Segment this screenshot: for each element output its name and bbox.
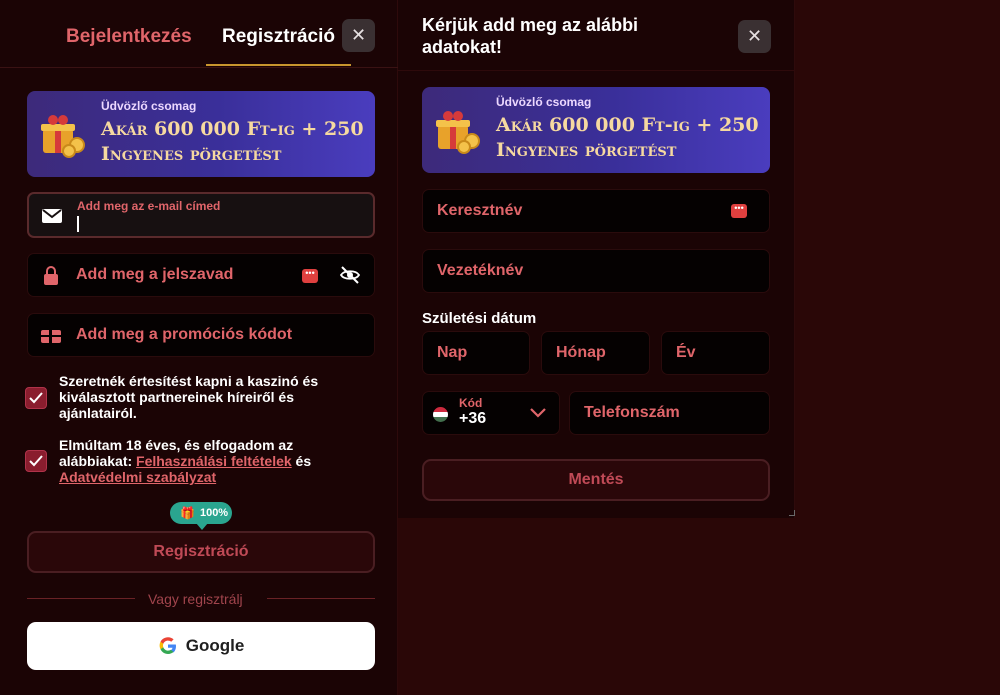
google-button-label: Google xyxy=(185,636,245,655)
progress-badge: 🎁 100% xyxy=(170,502,232,524)
or-register-text: Vagy regisztrálj xyxy=(148,591,243,607)
register-button[interactable]: Regisztráció xyxy=(27,531,375,573)
autofill-icon[interactable]: ••• xyxy=(731,204,747,218)
divider-right xyxy=(267,598,375,599)
chevron-down-icon xyxy=(530,408,546,418)
dob-day-placeholder: Nap xyxy=(437,344,468,361)
welcome-banner: Üdvözlő csomag Akár 600 000 Ft-ig + 250 … xyxy=(27,91,375,177)
text-caret xyxy=(77,216,79,232)
tab-login[interactable]: Bejelentkezés xyxy=(66,26,192,48)
terms-link[interactable]: Felhasználási feltételek xyxy=(136,453,292,469)
phone-placeholder: Telefonszám xyxy=(584,404,680,421)
divider-left xyxy=(27,598,135,599)
banner-headline: Akár 600 000 Ft-ig + 250 Ingyenes pörget… xyxy=(496,114,759,161)
age-consent-checkbox[interactable] xyxy=(25,450,47,472)
google-signup-button[interactable]: Google xyxy=(27,622,375,670)
badge-pointer xyxy=(196,523,208,530)
welcome-banner: Üdvözlő csomag Akár 600 000 Ft-ig + 250 … xyxy=(422,87,770,173)
checkmark-icon xyxy=(29,455,43,467)
close-icon[interactable]: ✕ xyxy=(738,20,771,53)
banner-headline: Akár 600 000 Ft-ig + 250 Ingyenes pörget… xyxy=(101,118,364,165)
email-field-label: Add meg az e-mail címed xyxy=(77,199,221,213)
dob-month-field[interactable]: Hónap xyxy=(541,331,650,375)
password-manager-icon[interactable]: ••• xyxy=(302,269,318,283)
promo-placeholder: Add meg a promóciós kódot xyxy=(76,326,293,343)
marketing-consent-checkbox[interactable] xyxy=(25,387,47,409)
google-icon xyxy=(159,637,176,654)
age-consent-text: Elmúltam 18 éves, és elfogadom az alábbi… xyxy=(59,437,312,485)
promo-code-field[interactable]: Add meg a promóciós kódot xyxy=(27,313,375,357)
save-button[interactable]: Mentés xyxy=(422,459,770,501)
gift-icon xyxy=(436,111,480,154)
registration-panel: Bejelentkezés Regisztráció ✕ Üdvözlő cso… xyxy=(0,0,398,695)
header-divider xyxy=(398,70,795,71)
hungary-flag-icon xyxy=(433,407,448,422)
phone-code-value: +36 xyxy=(459,410,487,427)
details-title: Kérjük add meg az alábbi adatokat! xyxy=(422,15,639,57)
phone-code-select[interactable]: Kód +36 xyxy=(422,391,560,435)
dob-label: Születési dátum xyxy=(422,310,537,327)
details-panel: Kérjük add meg az alábbi adatokat! ✕ Üdv… xyxy=(398,0,795,518)
banner-subtitle: Üdvözlő csomag xyxy=(496,95,592,109)
phone-number-field[interactable]: Telefonszám xyxy=(569,391,770,435)
first-name-field[interactable]: Keresztnév ••• xyxy=(422,189,770,233)
email-field[interactable]: Add meg az e-mail címed xyxy=(27,192,375,238)
last-name-placeholder: Vezetéknév xyxy=(437,262,524,279)
lock-icon xyxy=(44,266,58,285)
privacy-link[interactable]: Adatvédelmi szabályzat xyxy=(59,469,216,485)
gift-icon xyxy=(41,115,85,158)
first-name-placeholder: Keresztnév xyxy=(437,202,523,219)
auth-tabs: Bejelentkezés Regisztráció xyxy=(0,0,398,68)
dob-day-field[interactable]: Nap xyxy=(422,331,530,375)
last-name-field[interactable]: Vezetéknév xyxy=(422,249,770,293)
gift-icon: 🎁 xyxy=(180,506,195,520)
gift-card-icon xyxy=(41,330,61,343)
mail-icon xyxy=(42,209,62,223)
eye-off-icon[interactable] xyxy=(339,265,361,285)
close-icon[interactable]: ✕ xyxy=(342,19,375,52)
dob-year-placeholder: Év xyxy=(676,344,696,361)
tab-registration[interactable]: Regisztráció xyxy=(222,26,335,48)
password-placeholder: Add meg a jelszavad xyxy=(76,266,234,283)
resize-handle[interactable] xyxy=(789,510,795,516)
active-tab-indicator xyxy=(206,64,351,66)
banner-subtitle: Üdvözlő csomag xyxy=(101,99,197,113)
marketing-consent-text: Szeretnék értesítést kapni a kaszinó és … xyxy=(59,373,319,421)
phone-code-label: Kód xyxy=(459,396,483,410)
dob-year-field[interactable]: Év xyxy=(661,331,770,375)
checkmark-icon xyxy=(29,392,43,404)
password-field[interactable]: Add meg a jelszavad ••• xyxy=(27,253,375,297)
dob-month-placeholder: Hónap xyxy=(556,344,606,361)
